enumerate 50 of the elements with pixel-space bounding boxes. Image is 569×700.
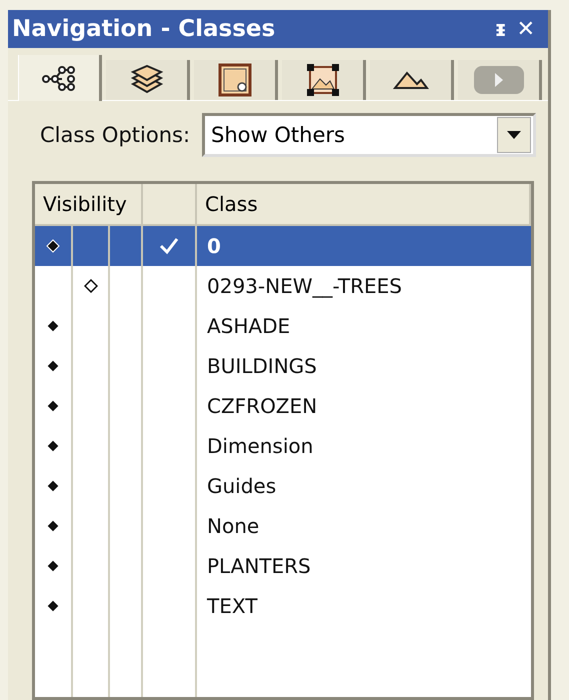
table-row[interactable]: BUILDINGS <box>35 346 531 386</box>
invisible-diamond-icon[interactable] <box>84 279 98 293</box>
layers-icon <box>130 65 164 95</box>
table-row[interactable]: Dimension <box>35 426 531 466</box>
selected-table-row[interactable]: 0 <box>35 226 531 266</box>
mountains-icon <box>392 70 428 90</box>
class-name[interactable]: Guides <box>197 466 531 506</box>
window-title: Navigation - Classes <box>12 16 276 42</box>
tab[interactable] <box>18 55 102 101</box>
visible-diamond-icon[interactable] <box>46 599 60 613</box>
column-header[interactable]: Class <box>197 184 531 224</box>
table-row[interactable]: ASHADE <box>35 306 531 346</box>
visible-diamond-icon[interactable] <box>46 439 60 453</box>
framed-image-icon <box>218 63 252 97</box>
visible-diamond-icon[interactable] <box>46 479 60 493</box>
scroll-right-icon <box>472 65 524 95</box>
table-row[interactable]: 0293-NEW__-TREES <box>35 266 531 306</box>
dropdown-button[interactable] <box>497 117 531 153</box>
class-options-dropdown[interactable]: Show Others <box>202 113 536 157</box>
visible-diamond-icon[interactable] <box>46 559 60 573</box>
tab[interactable] <box>370 60 454 100</box>
visible-diamond-icon[interactable] <box>46 239 60 253</box>
table-row[interactable]: TEXT <box>35 586 531 626</box>
class-name[interactable]: CZFROZEN <box>197 386 531 426</box>
class-name[interactable]: TEXT <box>197 586 531 626</box>
class-name[interactable]: PLANTERS <box>197 546 531 586</box>
close-button[interactable]: ✕ <box>512 16 540 42</box>
table-row[interactable]: Guides <box>35 466 531 506</box>
table-row[interactable]: CZFROZEN <box>35 386 531 426</box>
caret-icon <box>507 131 521 139</box>
hierarchy-icon <box>41 63 77 93</box>
tab[interactable] <box>106 60 190 100</box>
visible-diamond-icon[interactable] <box>46 399 60 413</box>
class-name[interactable]: BUILDINGS <box>197 346 531 386</box>
class-name[interactable]: ASHADE <box>197 306 531 346</box>
visible-diamond-icon[interactable] <box>46 359 60 373</box>
visible-diamond-icon[interactable] <box>46 519 60 533</box>
class-name[interactable]: 0 <box>197 226 531 266</box>
table-row[interactable]: PLANTERS <box>35 546 531 586</box>
tab[interactable] <box>282 60 366 100</box>
visible-diamond-icon[interactable] <box>46 319 60 333</box>
class-name[interactable]: None <box>197 506 531 546</box>
pin-button[interactable]: ᵻ <box>490 16 512 42</box>
class-name[interactable]: Dimension <box>197 426 531 466</box>
image-handles-icon <box>306 63 340 97</box>
class-name[interactable]: 0293-NEW__-TREES <box>197 266 531 306</box>
table-row[interactable]: None <box>35 506 531 546</box>
class-options-label: Class Options: <box>40 123 190 147</box>
column-header[interactable]: Visibility <box>35 184 143 224</box>
tab[interactable] <box>194 60 278 100</box>
